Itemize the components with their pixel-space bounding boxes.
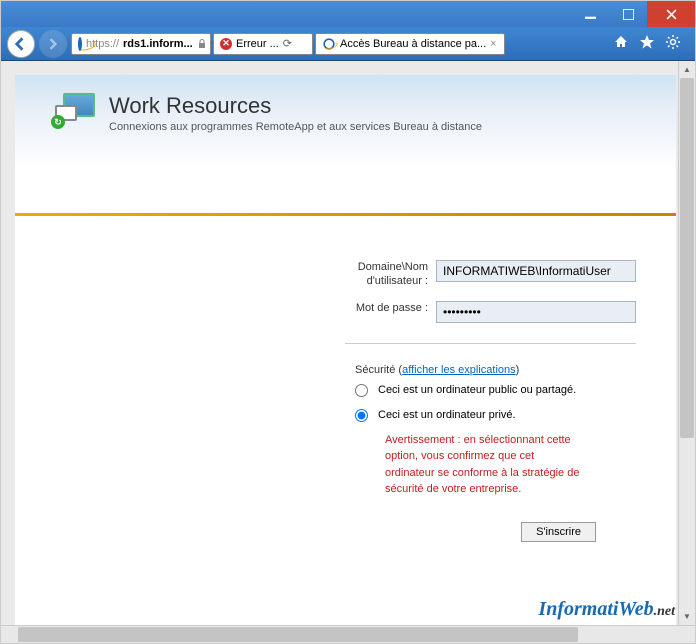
radio-public-row[interactable]: Ceci est un ordinateur public ou partagé…	[15, 376, 636, 401]
refresh-icon[interactable]: ⟳	[283, 37, 292, 50]
vertical-scrollbar[interactable]: ▲ ▼	[678, 61, 695, 625]
home-icon[interactable]	[613, 34, 629, 53]
page-title: Work Resources	[109, 93, 482, 119]
error-icon: ✕	[220, 38, 232, 50]
radio-private-row[interactable]: Ceci est un ordinateur privé.	[15, 401, 636, 426]
address-bar[interactable]: https://rds1.inform... ▾	[71, 33, 211, 55]
ie-icon	[323, 38, 334, 49]
remoteapp-icon: ↻	[55, 93, 97, 135]
watermark: InformatiWeb.net	[538, 598, 675, 621]
warning-text: Avertissement : en sélectionnant cette o…	[15, 432, 636, 498]
nav-icons	[605, 34, 689, 53]
horizontal-scrollbar[interactable]	[1, 625, 695, 643]
tab-active-label: Accès Bureau à distance pa...	[340, 38, 486, 50]
scroll-up-icon[interactable]: ▲	[679, 61, 695, 78]
radio-private-label: Ceci est un ordinateur privé.	[378, 409, 516, 421]
tab-error[interactable]: ✕ Erreur ... ⟳	[213, 33, 313, 55]
forward-button[interactable]	[39, 30, 67, 58]
username-label: Domaine\Nom d'utilisateur :	[336, 260, 436, 289]
browser-navbar: https://rds1.inform... ▾ ✕ Erreur ... ⟳ …	[1, 27, 695, 61]
form-divider	[345, 343, 636, 344]
favorites-icon[interactable]	[639, 34, 655, 53]
maximize-button[interactable]	[609, 1, 647, 27]
url-host: rds1.inform...	[123, 38, 193, 50]
radio-public-label: Ceci est un ordinateur public ou partagé…	[378, 384, 576, 396]
security-explain-link[interactable]: afficher les explications	[402, 364, 516, 376]
radio-public[interactable]	[355, 384, 368, 397]
security-section-label: Sécurité (afficher les explications)	[15, 364, 636, 376]
tab-close-icon[interactable]: ×	[490, 38, 496, 50]
tab-error-label: Erreur ...	[236, 38, 279, 50]
radio-private[interactable]	[355, 409, 368, 422]
login-form: Domaine\Nom d'utilisateur : Mot de passe…	[15, 216, 676, 542]
vscroll-thumb[interactable]	[680, 78, 694, 438]
rdweb-page: ↻ Work Resources Connexions aux programm…	[15, 75, 676, 625]
lock-icon	[197, 36, 207, 52]
back-button[interactable]	[7, 30, 35, 58]
password-label: Mot de passe :	[336, 301, 436, 315]
page-header: ↻ Work Resources Connexions aux programm…	[15, 75, 676, 169]
tab-active[interactable]: Accès Bureau à distance pa... ×	[315, 33, 505, 55]
close-button[interactable]	[647, 1, 695, 27]
page-subtitle: Connexions aux programmes RemoteApp et a…	[109, 121, 482, 133]
ie-icon	[78, 37, 82, 51]
username-input[interactable]	[436, 260, 636, 282]
content-viewport: ↻ Work Resources Connexions aux programm…	[1, 61, 678, 625]
window-titlebar	[1, 1, 695, 27]
minimize-button[interactable]	[571, 1, 609, 27]
scroll-down-icon[interactable]: ▼	[679, 608, 695, 625]
password-input[interactable]	[436, 301, 636, 323]
address-tabs: https://rds1.inform... ▾ ✕ Erreur ... ⟳ …	[71, 33, 601, 55]
hscroll-thumb[interactable]	[18, 627, 578, 642]
submit-button[interactable]: S'inscrire	[521, 522, 596, 542]
gear-icon[interactable]	[665, 34, 681, 53]
